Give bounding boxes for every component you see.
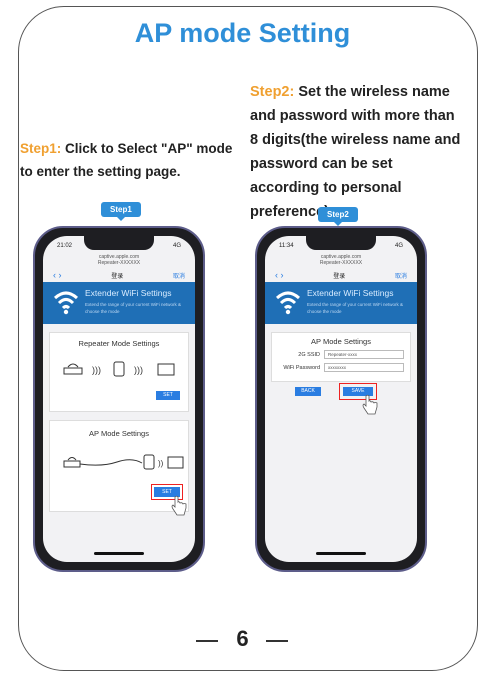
banner-subtitle: Extend the range of your current WiFi ne… bbox=[85, 302, 182, 314]
back-button[interactable]: BACK bbox=[295, 387, 321, 396]
step2-label: Step2: bbox=[250, 84, 295, 100]
step1-instructions: Step1: Click to Select "AP" mode to ente… bbox=[20, 137, 235, 183]
browser-navbar: ‹ › 登录 取消 bbox=[43, 268, 195, 282]
extender-banner: Extender WiFi Settings Extend the range … bbox=[43, 282, 195, 324]
ssid-input[interactable]: Repeater-xxxx bbox=[324, 350, 404, 359]
back-chevron-icon[interactable]: ‹ › bbox=[275, 270, 284, 280]
status-time: 11:34 bbox=[279, 243, 294, 249]
wifi-icon bbox=[275, 291, 301, 315]
step2-instructions: Step2: Set the wireless name and passwor… bbox=[250, 80, 465, 224]
nav-cancel-link[interactable]: 取消 bbox=[173, 271, 185, 280]
nav-cancel-link[interactable]: 取消 bbox=[395, 271, 407, 280]
nav-title: 登录 bbox=[333, 273, 346, 280]
nav-title: 登录 bbox=[111, 273, 124, 280]
form-actions: BACK SAVE bbox=[265, 382, 417, 442]
banner-title: Extender WiFi Settings bbox=[85, 288, 172, 298]
extender-banner: Extender WiFi Settings Extend the range … bbox=[265, 282, 417, 324]
tap-hand-icon bbox=[362, 394, 378, 415]
form-title: AP Mode Settings bbox=[311, 337, 371, 346]
step2-screen: 11:34 4G captive.apple.com Repeater-XXXX… bbox=[265, 236, 417, 562]
wifi-icon bbox=[53, 291, 79, 315]
repeater-diagram-icon: ))) ))) bbox=[63, 361, 175, 377]
tap-hand-icon bbox=[171, 495, 187, 516]
step1-phone: 21:02 4G captive.apple.com Repeater-XXXX… bbox=[33, 226, 205, 572]
url-line2: Repeater-XXXXXX bbox=[319, 260, 363, 266]
step2-phone: 11:34 4G captive.apple.com Repeater-XXXX… bbox=[255, 226, 427, 572]
browser-navbar: ‹ › 登录 取消 bbox=[265, 268, 417, 282]
ssid-row: 2G SSID Repeater-xxxx bbox=[278, 348, 404, 361]
svg-text:))): ))) bbox=[92, 365, 101, 375]
step2-text: Set the wireless name and password with … bbox=[250, 84, 461, 220]
svg-text:))): ))) bbox=[134, 365, 143, 375]
repeater-set-button[interactable]: SET bbox=[156, 391, 180, 400]
status-signal: 4G bbox=[172, 243, 181, 249]
step1-label: Step1: bbox=[20, 141, 62, 156]
back-chevron-icon[interactable]: ‹ › bbox=[53, 270, 62, 280]
ap-diagram-icon: )) bbox=[63, 454, 184, 470]
status-time: 21:02 bbox=[57, 243, 73, 249]
page-title: AP mode Setting bbox=[134, 18, 351, 48]
status-signal: 4G bbox=[394, 243, 403, 249]
phone-notch bbox=[306, 236, 376, 250]
password-row: WiFi Password xxxxxxxx bbox=[278, 361, 404, 374]
page-number: 6 bbox=[236, 626, 249, 651]
step2-badge: Step2 bbox=[318, 207, 358, 226]
ap-mode-card: AP Mode Settings )) SET bbox=[49, 420, 189, 516]
url-box: captive.apple.com Repeater-XXXXXX bbox=[265, 254, 417, 266]
home-indicator bbox=[316, 552, 366, 555]
phone-notch bbox=[84, 236, 154, 250]
repeater-mode-title: Repeater Mode Settings bbox=[78, 339, 160, 348]
ssid-label: 2G SSID bbox=[298, 351, 320, 358]
ap-mode-title: AP Mode Settings bbox=[89, 429, 149, 438]
ap-settings-form: AP Mode Settings 2G SSID Repeater-xxxx W… bbox=[271, 332, 411, 382]
banner-subtitle: Extend the range of your current WiFi ne… bbox=[307, 302, 404, 314]
home-indicator bbox=[94, 552, 144, 555]
step1-badge: Step1 bbox=[101, 202, 141, 221]
banner-title: Extender WiFi Settings bbox=[307, 288, 394, 298]
page-dash-right bbox=[266, 640, 288, 642]
repeater-mode-card: Repeater Mode Settings ))) ))) SET bbox=[49, 332, 189, 412]
password-input[interactable]: xxxxxxxx bbox=[324, 363, 404, 372]
step1-screen: 21:02 4G captive.apple.com Repeater-XXXX… bbox=[43, 236, 195, 562]
password-label: WiFi Password bbox=[283, 364, 320, 371]
url-box: captive.apple.com Repeater-XXXXXX bbox=[43, 254, 195, 266]
url-line2: Repeater-XXXXXX bbox=[97, 260, 141, 266]
svg-text:)): )) bbox=[158, 459, 164, 468]
